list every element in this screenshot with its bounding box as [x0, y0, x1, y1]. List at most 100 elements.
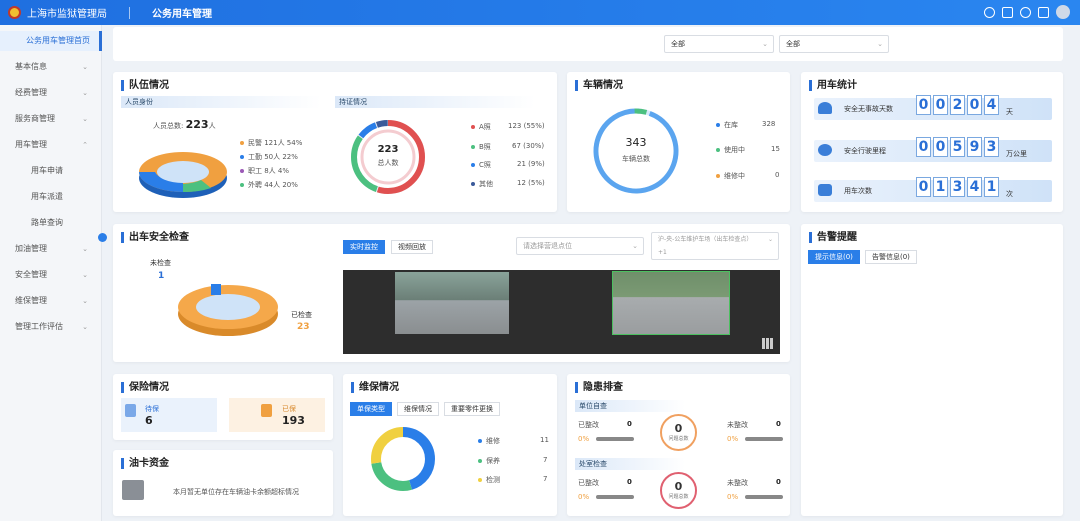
sidebar-item-evaluation[interactable]: 管理工作评估 ⌄	[0, 317, 102, 337]
item-name: 检测	[486, 476, 500, 484]
maintenance-donut	[371, 427, 435, 491]
digit-counter: 00593	[916, 137, 999, 157]
fuel-card-icon	[122, 480, 144, 500]
tab-maintenance-type[interactable]: 单保类型	[350, 402, 392, 416]
total-label: 人员总数:	[153, 122, 184, 130]
sidebar-item-maintenance[interactable]: 维保管理 ⌄	[0, 291, 102, 311]
sidebar-item-safety[interactable]: 安全管理 ⌄	[0, 265, 102, 285]
sidebar-item-label: 安全管理	[15, 270, 47, 279]
digit: 0	[916, 95, 931, 115]
chevron-down-icon: ⌄	[762, 40, 768, 48]
fixed-value: 0	[627, 420, 632, 428]
sidebar-item-dispatch[interactable]: 用车派遣	[0, 187, 102, 207]
legend-dot	[716, 123, 720, 127]
tab-info[interactable]: 提示信息(0)	[808, 250, 860, 264]
fixed-value: 0	[627, 478, 632, 486]
fixed-label: 已整改	[578, 479, 599, 487]
vehicle-ring-chart	[593, 108, 679, 194]
tab-parts-replacement[interactable]: 重要零件更换	[444, 402, 500, 416]
module-title[interactable]: 公务用车管理	[152, 5, 212, 20]
unfixed-value: 0	[776, 420, 781, 428]
license-item: A照	[471, 122, 491, 132]
digit: 4	[984, 95, 999, 115]
sidebar-item-funding[interactable]: 经费管理 ⌄	[0, 83, 102, 103]
edit-icon[interactable]	[1002, 6, 1013, 18]
license-name: 其他	[479, 180, 493, 188]
card-title: 保险情况	[121, 382, 169, 393]
top-bar: 上海市监狱管理局 公务用车管理	[0, 0, 1080, 25]
chevron-down-icon: ⌄	[632, 242, 638, 250]
digit: 0	[967, 95, 982, 115]
collapse-sidebar-button[interactable]	[98, 233, 107, 242]
license-item: C照	[471, 160, 491, 170]
sidebar-item-label: 公务用车管理首页	[26, 36, 90, 45]
sidebar-item-label: 基本信息	[15, 62, 47, 71]
chevron-down-icon: ⌄	[82, 115, 88, 123]
sidebar-item-label: 路单查询	[31, 218, 63, 227]
digit: 4	[967, 177, 982, 197]
tab-alarm[interactable]: 告警信息(0)	[865, 250, 917, 264]
status-value: 328	[762, 120, 776, 128]
digit: 1	[933, 177, 948, 197]
license-item: 其他	[471, 179, 493, 189]
unfixed-progress-bar	[745, 495, 783, 499]
filter-bar: 全部 ⌄ 全部 ⌄	[113, 27, 1063, 61]
digit: 5	[950, 137, 965, 157]
emblem-icon	[8, 6, 21, 19]
status-name: 维修中	[724, 172, 745, 180]
vehicle-card: 车辆情况 343 车辆总数 在库 328 使用中 15 维修中 0	[567, 72, 790, 212]
usage-unit: 天	[1006, 108, 1013, 116]
card-title: 维保情况	[351, 382, 399, 393]
usage-label: 安全行驶里程	[844, 147, 886, 155]
license-value: 123 (55%)	[508, 122, 545, 130]
sidebar-item-vendors[interactable]: 服务商管理 ⌄	[0, 109, 102, 129]
grid-layout-icon[interactable]	[762, 338, 773, 349]
sidebar-item-request[interactable]: 用车申请	[0, 161, 102, 181]
chevron-down-icon: ⌄	[82, 297, 88, 305]
identity-legend-item: 外聘 44人 20%	[240, 180, 298, 190]
status-name: 在库	[724, 121, 738, 129]
legend-dot	[471, 182, 475, 186]
hazard-subhead: 单位自查	[575, 400, 685, 412]
search-icon[interactable]	[984, 6, 995, 18]
sidebar-item-basic-info[interactable]: 基本信息 ⌄	[0, 57, 102, 77]
help-icon[interactable]	[1020, 6, 1031, 18]
legend-dot	[240, 141, 244, 145]
tab-live[interactable]: 实时监控	[343, 240, 385, 254]
identity-subhead: 人员身份	[121, 96, 321, 108]
tab-maintenance-status[interactable]: 维保情况	[397, 402, 439, 416]
sidebar-item-vehicle-use[interactable]: 用车管理 ⌃	[0, 135, 102, 155]
usage-label: 安全无事故天数	[844, 105, 893, 113]
chevron-down-icon: ⌄	[767, 236, 773, 243]
status-value: 15	[771, 145, 780, 153]
tab-playback[interactable]: 视频回放	[391, 240, 433, 254]
sidebar-item-home[interactable]: 公务用车管理首页	[0, 31, 102, 51]
maintenance-item: 维修	[478, 436, 500, 446]
license-value: 67 (30%)	[512, 142, 545, 150]
usage-label: 用车次数	[844, 187, 872, 195]
legend-dot	[471, 163, 475, 167]
fixed-percent: 0%	[578, 493, 590, 501]
avatar[interactable]	[1056, 5, 1070, 19]
camera-feed-1[interactable]	[395, 272, 509, 334]
sidebar-item-route-query[interactable]: 路单查询	[0, 213, 102, 233]
license-name: C照	[479, 161, 491, 169]
digit: 3	[984, 137, 999, 157]
item-value: 7	[543, 475, 548, 483]
sidebar-item-fuel[interactable]: 加油管理 ⌄	[0, 239, 102, 259]
license-value: 21 (9%)	[517, 160, 545, 168]
org-name: 上海市监狱管理局	[27, 9, 107, 20]
filter-select-2[interactable]: 全部 ⌄	[779, 35, 889, 53]
camera-select[interactable]: 沪-央-公车维护车场（出车检查点） +1 ⌄	[651, 232, 779, 260]
camera-feed-2[interactable]	[612, 271, 730, 335]
maintenance-item: 检测	[478, 475, 500, 485]
point-select[interactable]: 请选择营退点位 ⌄	[516, 237, 644, 255]
pending-value: 6	[145, 414, 153, 427]
top-actions	[984, 5, 1070, 19]
legend-dot	[471, 145, 475, 149]
filter-select-1[interactable]: 全部 ⌄	[664, 35, 774, 53]
sidebar-item-label: 管理工作评估	[15, 322, 63, 331]
notification-icon[interactable]	[1038, 6, 1049, 18]
document-icon	[125, 404, 136, 417]
card-title: 油卡资金	[121, 458, 169, 469]
